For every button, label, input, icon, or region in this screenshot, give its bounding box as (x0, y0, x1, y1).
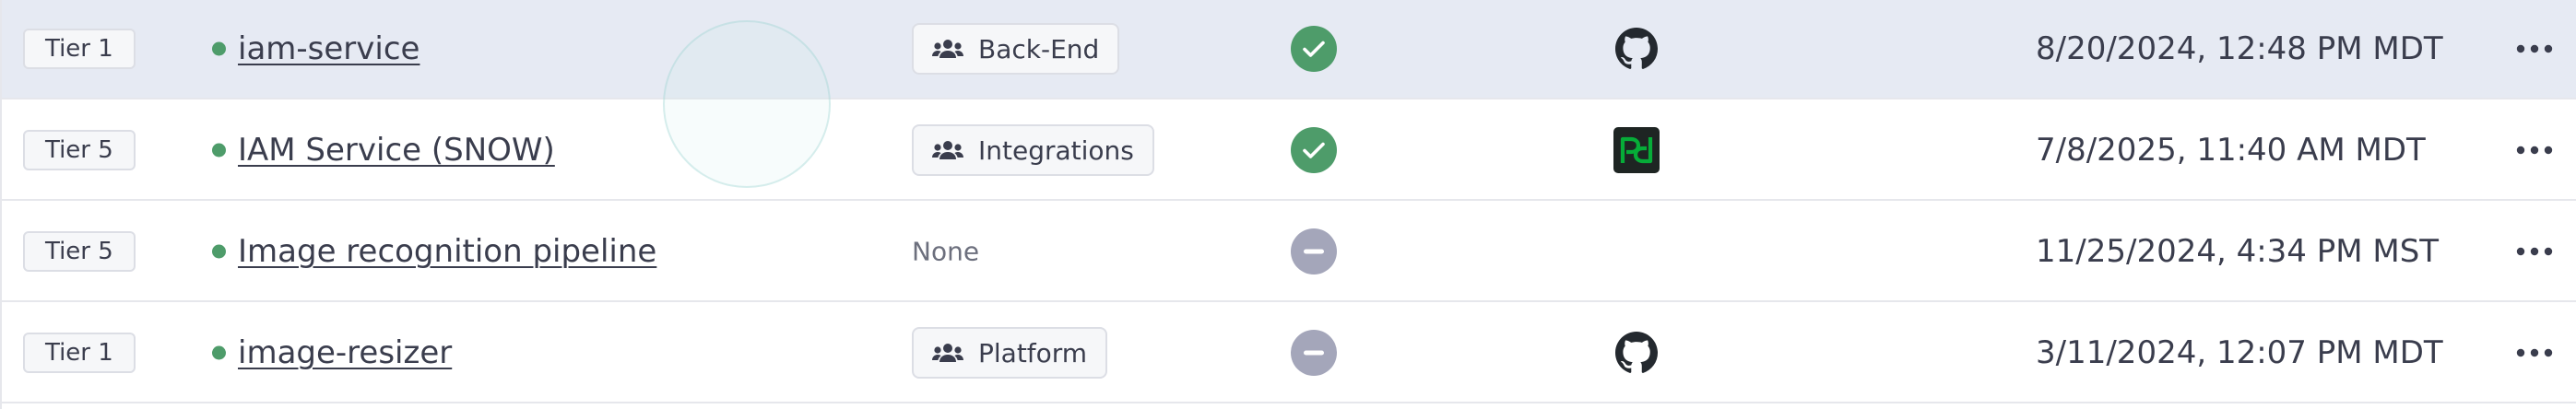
service-name-link[interactable]: image-resizer (238, 333, 452, 373)
table-row[interactable]: Tier 1 image-resizer Platform 3/11/2024,… (2, 304, 2576, 403)
last-updated-timestamp: 7/8/2025, 11:40 AM MDT (2036, 132, 2426, 169)
minus-icon (1304, 350, 1324, 356)
ellipsis-icon[interactable] (2514, 231, 2555, 272)
last-updated-timestamp: 3/11/2024, 12:07 PM MDT (2036, 334, 2443, 371)
tier-badge: Tier 1 (23, 333, 136, 373)
pagerduty-logo (1613, 127, 1660, 173)
service-name-link[interactable]: Image recognition pipeline (238, 231, 656, 272)
team-chip-label: Integrations (978, 134, 1134, 166)
ellipsis-icon[interactable] (2514, 130, 2555, 170)
service-name-link[interactable]: IAM Service (SNOW) (238, 130, 555, 170)
users-icon (932, 139, 963, 161)
team-chip-label: Platform (978, 337, 1088, 368)
checkmark-icon (1303, 41, 1325, 57)
minus-icon (1304, 249, 1324, 254)
team-chip-label: Back-End (978, 33, 1100, 64)
last-updated-timestamp: 8/20/2024, 12:48 PM MDT (2036, 30, 2443, 67)
check-status-passing (1291, 127, 1337, 173)
users-icon (932, 38, 963, 60)
checkmark-icon (1303, 142, 1325, 158)
team-chip[interactable]: Platform (912, 327, 1108, 379)
table-row[interactable]: Tier 5 IAM Service (SNOW) Integrations 7… (2, 101, 2576, 201)
services-table: Tier 1 iam-service Back-End 8/20/2024, 1… (0, 0, 2576, 409)
table-row[interactable]: Tier 1 iam-service Back-End 8/20/2024, 1… (2, 0, 2576, 99)
team-chip[interactable]: Integrations (912, 124, 1154, 176)
check-status-none (1291, 330, 1337, 376)
github-icon[interactable] (1613, 26, 1660, 72)
pagerduty-icon[interactable] (1613, 127, 1660, 173)
tier-badge: Tier 5 (23, 130, 136, 170)
last-updated-timestamp: 11/25/2024, 4:34 PM MST (2036, 233, 2440, 270)
check-status-passing (1291, 26, 1337, 72)
users-icon (932, 342, 963, 364)
status-dot (212, 41, 226, 56)
tier-badge: Tier 1 (23, 29, 136, 69)
github-icon[interactable] (1613, 330, 1660, 376)
ellipsis-icon[interactable] (2514, 333, 2555, 373)
status-dot (212, 345, 226, 360)
table-row[interactable]: Tier 5 Image recognition pipeline None 1… (2, 203, 2576, 302)
ellipsis-icon[interactable] (2514, 29, 2555, 69)
status-dot (212, 143, 226, 158)
check-status-none (1291, 228, 1337, 275)
team-chip[interactable]: Back-End (912, 23, 1120, 75)
status-dot (212, 244, 226, 259)
service-name-link[interactable]: iam-service (238, 29, 419, 69)
team-none-label: None (912, 236, 980, 267)
tier-badge: Tier 5 (23, 231, 136, 272)
